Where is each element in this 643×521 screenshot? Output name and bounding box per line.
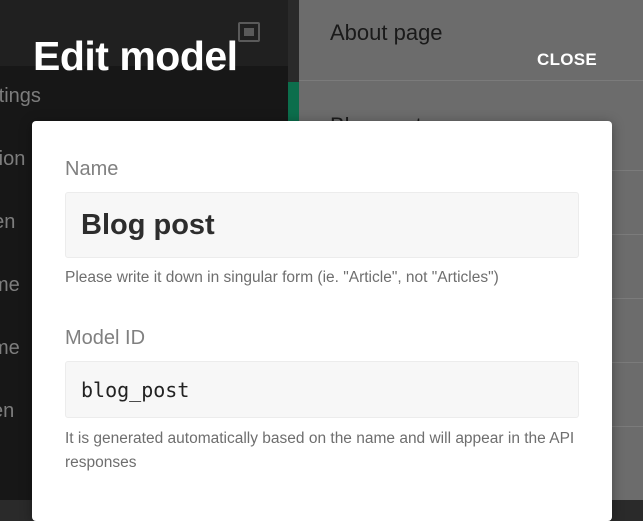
model-id-input-value: blog_post: [81, 378, 190, 402]
model-id-hint: It is generated automatically based on t…: [65, 430, 575, 471]
sidebar-item-4[interactable]: yme: [0, 274, 20, 297]
sidebar-item-settings[interactable]: ettings: [0, 85, 41, 108]
edit-model-dialog: Name Blog post Please write it down in s…: [32, 121, 612, 521]
media-gallery-icon: [238, 22, 260, 42]
divider: [299, 80, 643, 81]
close-button[interactable]: CLOSE: [537, 50, 597, 70]
model-id-input[interactable]: blog_post: [65, 361, 579, 418]
name-input[interactable]: Blog post: [65, 192, 579, 258]
model-list-item[interactable]: About page: [330, 20, 443, 46]
model-id-label: Model ID: [65, 327, 146, 349]
name-hint: Please write it down in singular form (i…: [65, 269, 499, 286]
active-indicator: [288, 82, 299, 124]
sidebar-item-3[interactable]: gen: [0, 211, 15, 234]
sidebar-item-2[interactable]: ation: [0, 148, 25, 171]
name-input-value: Blog post: [81, 209, 215, 241]
name-label: Name: [65, 158, 119, 180]
sidebar-item-6[interactable]: ken: [0, 400, 14, 423]
sidebar-item-5[interactable]: yme: [0, 337, 20, 360]
modal-title: Edit model: [33, 33, 238, 79]
